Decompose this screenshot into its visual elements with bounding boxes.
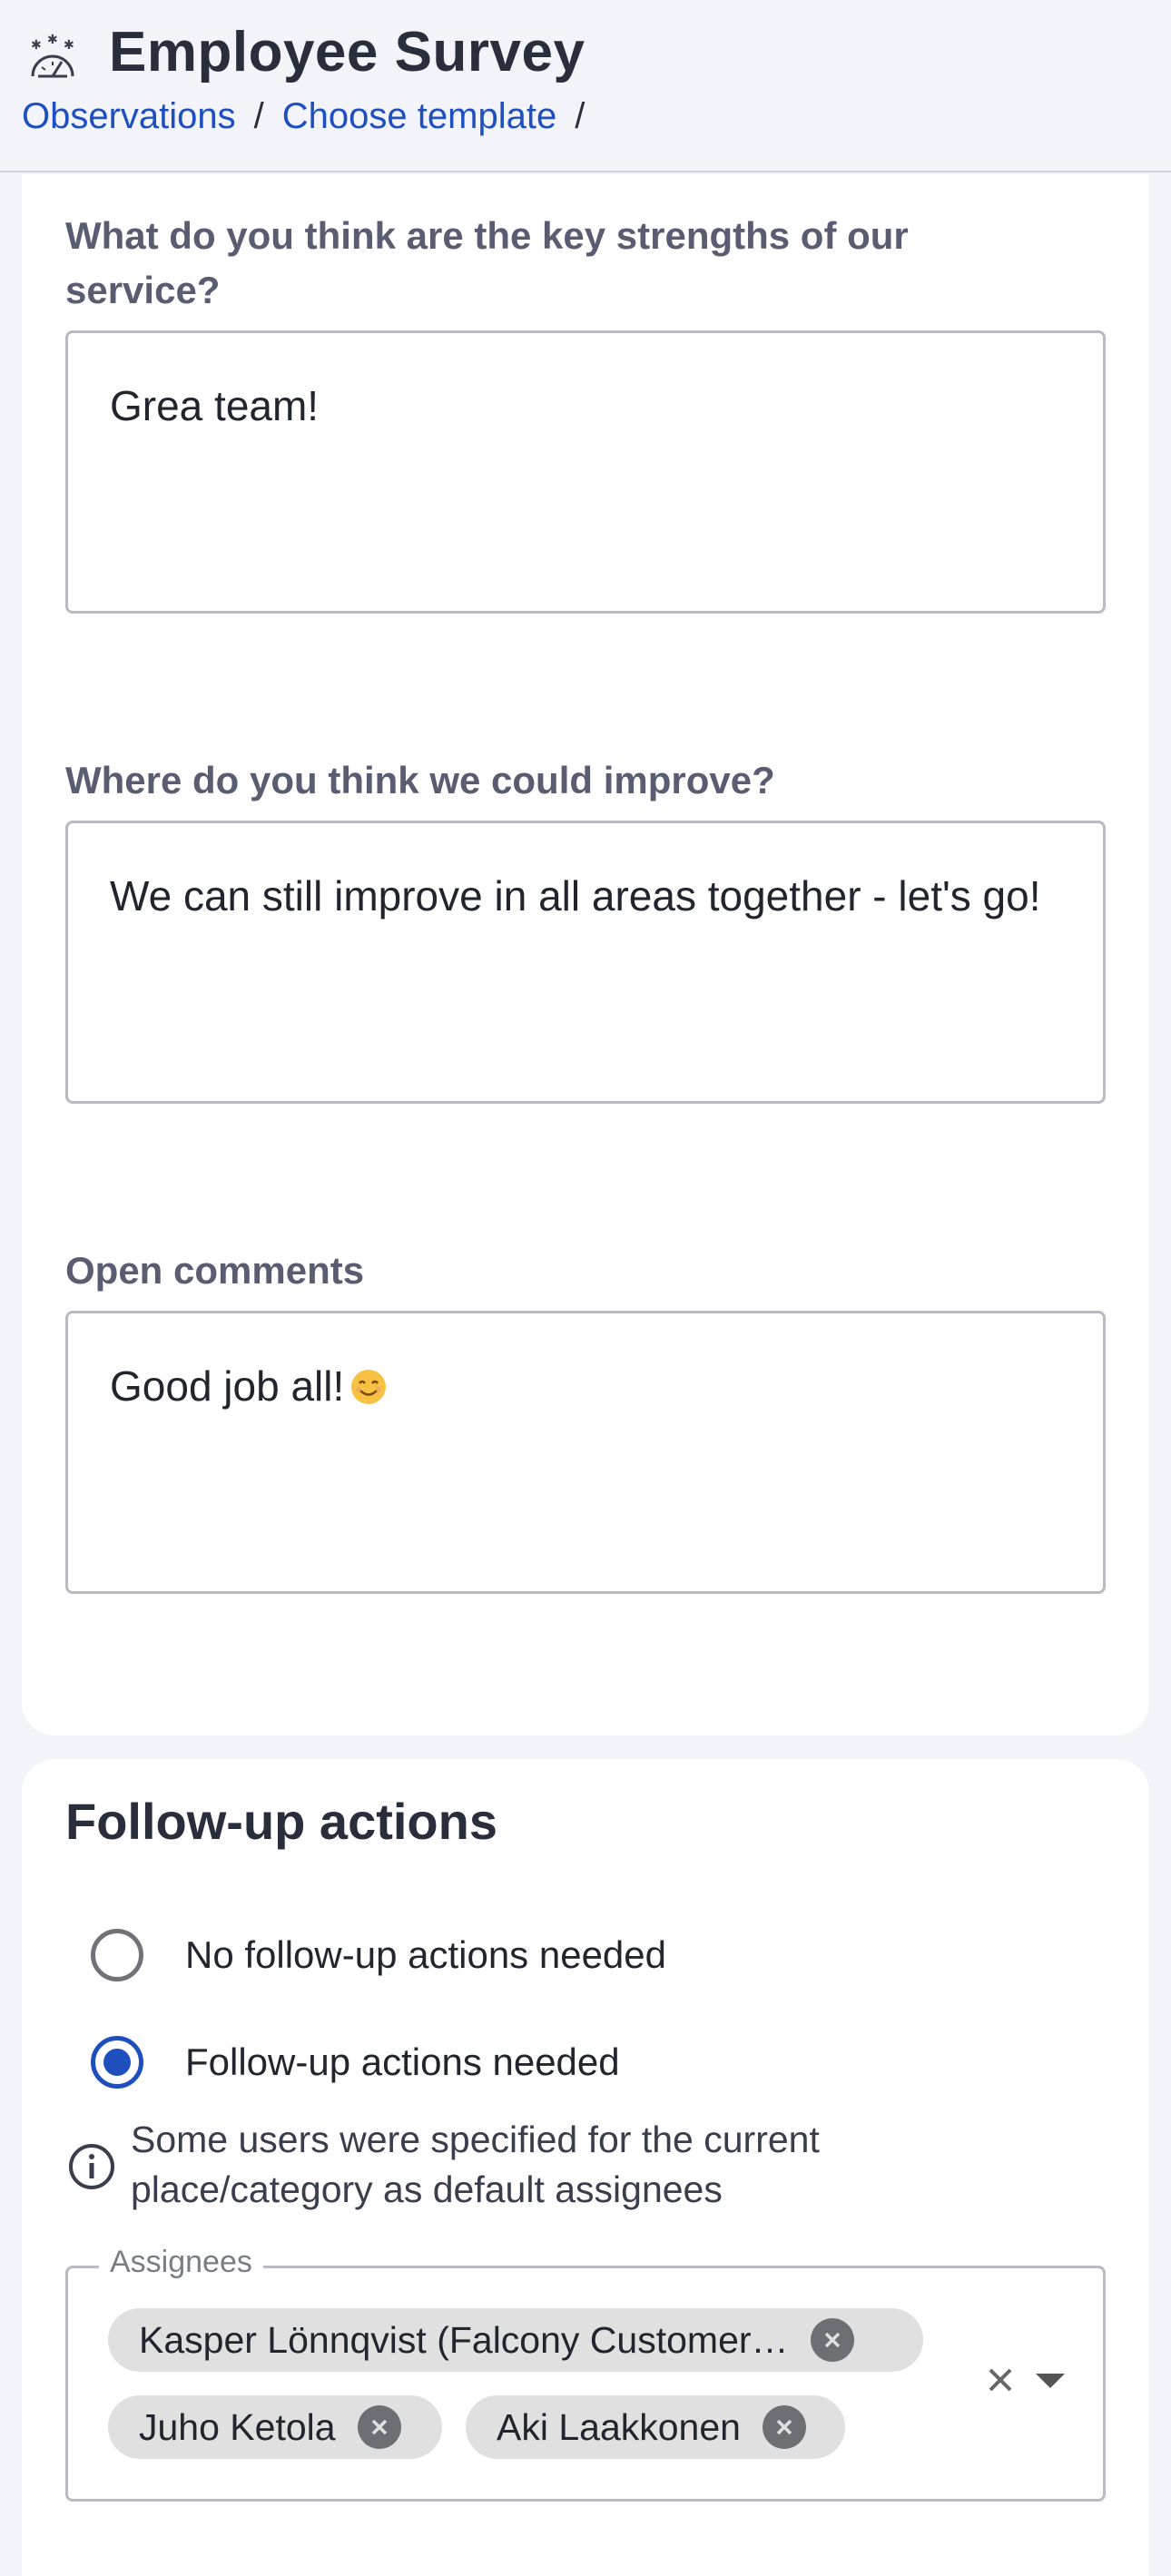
svg-text:✱: ✱	[64, 37, 74, 52]
assignee-chip-label: Aki Laakkonen	[497, 2405, 741, 2448]
comments-textarea[interactable]: Good job all!	[65, 1311, 1106, 1594]
assignee-chip: Juho Ketola	[108, 2395, 442, 2459]
default-assignees-info: Some users were specified for the curren…	[131, 2119, 820, 2210]
survey-logo-icon: ✱ ✱ ✱	[31, 33, 74, 78]
assignees-label: Assignees	[99, 2245, 263, 2280]
radio-checked-icon[interactable]	[91, 2036, 143, 2089]
breadcrumb-separator: /	[253, 96, 264, 136]
question-label-comments: Open comments	[65, 1249, 365, 1292]
remove-chip-icon[interactable]	[810, 2318, 854, 2362]
svg-text:✱: ✱	[31, 37, 42, 52]
clear-all-icon[interactable]	[985, 2365, 1016, 2395]
smiling-face-emoji-icon	[351, 1370, 387, 1404]
follow-up-title: Follow-up actions	[65, 1793, 497, 1850]
breadcrumb-separator: /	[575, 96, 586, 136]
comments-text: Good job all!	[110, 1362, 345, 1410]
assignee-chip: Aki Laakkonen	[466, 2395, 845, 2459]
radio-label: No follow-up actions needed	[185, 1933, 667, 1976]
strengths-textarea[interactable]: Grea team!	[65, 330, 1106, 614]
radio-follow-up-needed[interactable]: Follow-up actions needed	[91, 2033, 620, 2091]
chevron-down-icon[interactable]	[1036, 2374, 1065, 2388]
app-header: ✱ ✱ ✱ Employee Survey Observations / Choos…	[0, 0, 1171, 172]
assignee-chip: Kasper Lönnqvist (Falcony Customer…	[108, 2308, 923, 2372]
page-title: Employee Survey	[109, 21, 586, 84]
assignees-select[interactable]: Assignees Kasper Lönnqvist (Falcony Cust…	[65, 2245, 1106, 2502]
question-label-strengths: What do you think are the key strengths …	[65, 214, 909, 311]
info-icon	[69, 2144, 114, 2189]
breadcrumb: Observations / Choose template /	[22, 96, 603, 137]
question-label-improve: Where do you think we could improve?	[65, 759, 775, 801]
radio-label: Follow-up actions needed	[185, 2040, 620, 2083]
radio-no-follow-up[interactable]: No follow-up actions needed	[91, 1926, 666, 1984]
assignee-chip-label: Kasper Lönnqvist (Falcony Customer…	[139, 2318, 789, 2361]
svg-text:✱: ✱	[47, 33, 58, 46]
remove-chip-icon[interactable]	[357, 2405, 401, 2449]
remove-chip-icon[interactable]	[762, 2405, 806, 2449]
breadcrumb-observations[interactable]: Observations	[22, 96, 236, 137]
breadcrumb-choose-template[interactable]: Choose template	[282, 96, 556, 137]
improve-textarea[interactable]: We can still improve in all areas togeth…	[65, 821, 1106, 1104]
radio-unchecked-icon[interactable]	[91, 1929, 143, 1981]
assignee-chip-label: Juho Ketola	[139, 2405, 336, 2448]
